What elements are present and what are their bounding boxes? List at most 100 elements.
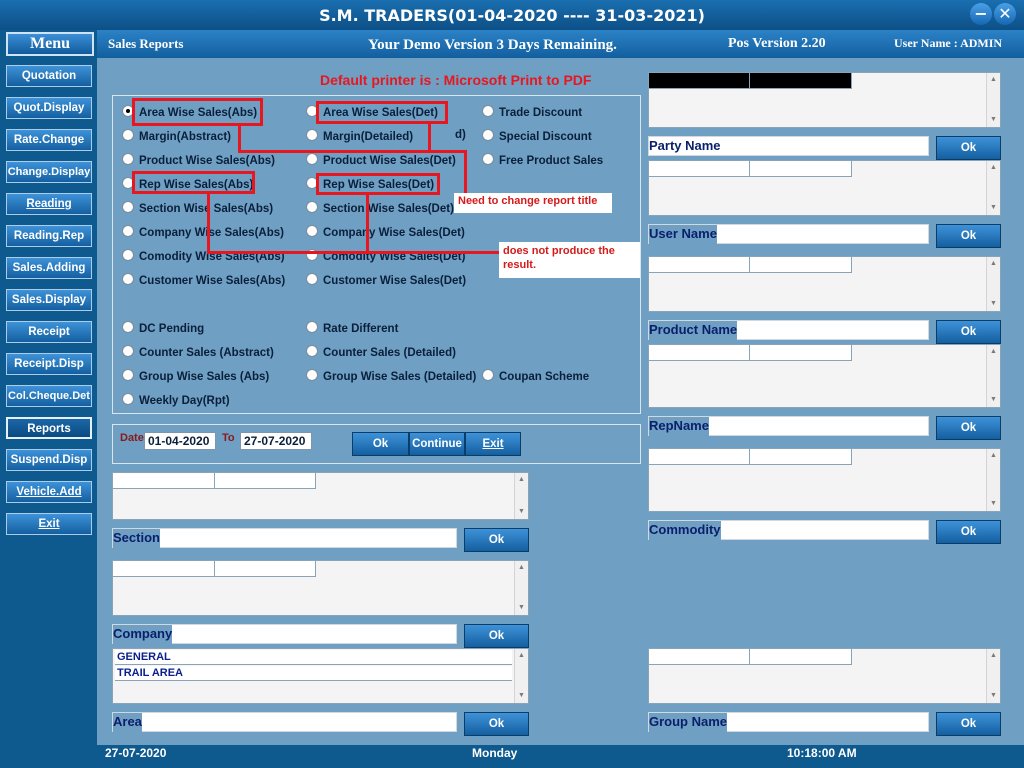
company-list[interactable]: ▲ ▼: [112, 560, 529, 616]
ok-button[interactable]: Ok: [352, 432, 409, 456]
date-to-input[interactable]: 27-07-2020: [240, 432, 312, 450]
area-field[interactable]: Area: [112, 712, 457, 733]
top-right-list[interactable]: ▲ ▼: [648, 72, 1001, 128]
group-list[interactable]: ▲ ▼: [648, 648, 1001, 704]
product-ok-button[interactable]: Ok: [936, 320, 1001, 344]
menu-button[interactable]: Menu: [6, 32, 94, 56]
scroll-up-icon[interactable]: ▲: [515, 563, 528, 573]
scroll-down-icon[interactable]: ▼: [515, 691, 528, 701]
user-ok-button[interactable]: Ok: [936, 224, 1001, 248]
party-list[interactable]: ▲ ▼: [648, 160, 1001, 216]
commodity-ok-button[interactable]: Ok: [936, 520, 1001, 544]
scroll-down-icon[interactable]: ▼: [987, 499, 1000, 509]
scroll-up-icon[interactable]: ▲: [515, 475, 528, 485]
scrollbar[interactable]: ▲ ▼: [986, 449, 1000, 511]
sidebar-item-quotation[interactable]: Quotation: [6, 65, 92, 87]
scroll-down-icon[interactable]: ▼: [515, 507, 528, 517]
sidebar-item-receipt-disp[interactable]: Receipt.Disp: [6, 353, 92, 375]
scrollbar[interactable]: ▲ ▼: [514, 473, 528, 519]
user-list[interactable]: ▲ ▼: [648, 256, 1001, 312]
radio-customer-wise-det[interactable]: Customer Wise Sales(Det): [306, 273, 466, 289]
group-ok-button[interactable]: Ok: [936, 712, 1001, 736]
section-field[interactable]: Section: [112, 528, 457, 549]
scrollbar[interactable]: ▲ ▼: [986, 345, 1000, 407]
scroll-down-icon[interactable]: ▼: [987, 299, 1000, 309]
radio-group-wise-abs[interactable]: Group Wise Sales (Abs): [122, 369, 269, 385]
user-field[interactable]: User Name: [648, 224, 929, 245]
scroll-up-icon[interactable]: ▲: [515, 651, 528, 661]
area-ok-button[interactable]: Ok: [464, 712, 529, 736]
sidebar-item-exit[interactable]: Exit: [6, 513, 92, 535]
area-list[interactable]: GENERAL TRAIL AREA ▲ ▼: [112, 648, 529, 704]
sidebar-item-col-cheque-det[interactable]: Col.Cheque.Det: [6, 385, 92, 407]
sidebar-item-quot-display[interactable]: Quot.Display: [6, 97, 92, 119]
section-list[interactable]: ▲ ▼: [112, 472, 529, 520]
radio-rate-different[interactable]: Rate Different: [306, 321, 398, 337]
scrollbar[interactable]: ▲ ▼: [514, 649, 528, 703]
sidebar-item-rate-change[interactable]: Rate.Change: [6, 129, 92, 151]
radio-company-wise-det[interactable]: Company Wise Sales(Det): [306, 225, 465, 241]
party-ok-button[interactable]: Ok: [936, 136, 1001, 160]
party-field[interactable]: Party Name: [648, 136, 929, 156]
rep-ok-button[interactable]: Ok: [936, 416, 1001, 440]
close-icon[interactable]: ✕: [994, 3, 1016, 25]
radio-product-wise-det[interactable]: Product Wise Sales(Det): [306, 153, 456, 169]
minimize-icon[interactable]: −: [970, 3, 992, 25]
sidebar-item-reports[interactable]: Reports: [6, 417, 92, 439]
radio-margin-detailed[interactable]: Margin(Detailed): [306, 129, 413, 145]
scroll-up-icon[interactable]: ▲: [987, 75, 1000, 85]
sidebar-item-suspend-disp[interactable]: Suspend.Disp: [6, 449, 92, 471]
radio-special-discount[interactable]: Special Discount: [482, 129, 592, 145]
product-field[interactable]: Product Name: [648, 320, 929, 341]
scroll-down-icon[interactable]: ▼: [987, 691, 1000, 701]
radio-group-wise-detailed[interactable]: Group Wise Sales (Detailed): [306, 369, 476, 385]
list-item[interactable]: TRAIL AREA: [115, 666, 512, 681]
company-field[interactable]: Company: [112, 624, 457, 645]
rep-list[interactable]: ▲ ▼: [648, 448, 1001, 512]
scroll-up-icon[interactable]: ▲: [987, 347, 1000, 357]
radio-coupan-scheme[interactable]: Coupan Scheme: [482, 369, 589, 385]
radio-company-wise-abs[interactable]: Company Wise Sales(Abs): [122, 225, 284, 241]
commodity-field[interactable]: Commodity: [648, 520, 929, 541]
sidebar-item-sales-display[interactable]: Sales.Display: [6, 289, 92, 311]
radio-trade-discount[interactable]: Trade Discount: [482, 105, 582, 121]
continue-button[interactable]: Continue: [409, 432, 465, 456]
sidebar-item-vehicle-add[interactable]: Vehicle.Add: [6, 481, 92, 503]
rep-field[interactable]: RepName: [648, 416, 929, 437]
section-ok-button[interactable]: Ok: [464, 528, 529, 552]
radio-section-wise-abs[interactable]: Section Wise Sales(Abs): [122, 201, 273, 217]
scroll-down-icon[interactable]: ▼: [987, 203, 1000, 213]
radio-customer-wise-abs[interactable]: Customer Wise Sales(Abs): [122, 273, 285, 289]
scrollbar[interactable]: ▲ ▼: [986, 257, 1000, 311]
sidebar-item-sales-adding[interactable]: Sales.Adding: [6, 257, 92, 279]
sidebar-item-reading-rep[interactable]: Reading.Rep: [6, 225, 92, 247]
company-ok-button[interactable]: Ok: [464, 624, 529, 648]
scrollbar[interactable]: ▲ ▼: [986, 649, 1000, 703]
radio-section-wise-det[interactable]: Section Wise Sales(Det): [306, 201, 454, 217]
sidebar-item-reading[interactable]: Reading: [6, 193, 92, 215]
radio-counter-sales-abstract[interactable]: Counter Sales (Abstract): [122, 345, 274, 361]
list-item[interactable]: GENERAL: [115, 650, 512, 665]
scrollbar[interactable]: ▲ ▼: [514, 561, 528, 615]
sidebar-item-receipt[interactable]: Receipt: [6, 321, 92, 343]
radio-product-wise-abs[interactable]: Product Wise Sales(Abs): [122, 153, 275, 169]
sidebar-item-change-display[interactable]: Change.Display: [6, 161, 92, 183]
scroll-down-icon[interactable]: ▼: [515, 603, 528, 613]
scrollbar[interactable]: ▲ ▼: [986, 161, 1000, 215]
scroll-down-icon[interactable]: ▼: [987, 115, 1000, 125]
product-list[interactable]: ▲ ▼: [648, 344, 1001, 408]
radio-weekly-day[interactable]: Weekly Day(Rpt): [122, 393, 230, 409]
group-field[interactable]: Group Name: [648, 712, 929, 733]
radio-counter-sales-detailed[interactable]: Counter Sales (Detailed): [306, 345, 456, 361]
scroll-up-icon[interactable]: ▲: [987, 163, 1000, 173]
scroll-up-icon[interactable]: ▲: [987, 451, 1000, 461]
radio-free-product-sales[interactable]: Free Product Sales: [482, 153, 603, 169]
scrollbar[interactable]: ▲ ▼: [986, 73, 1000, 127]
scroll-up-icon[interactable]: ▲: [987, 259, 1000, 269]
scroll-up-icon[interactable]: ▲: [987, 651, 1000, 661]
radio-margin-abstract[interactable]: Margin(Abstract): [122, 129, 231, 145]
exit-button[interactable]: Exit: [465, 432, 521, 456]
date-from-input[interactable]: 01-04-2020: [144, 432, 216, 450]
radio-dc-pending[interactable]: DC Pending: [122, 321, 204, 337]
scroll-down-icon[interactable]: ▼: [987, 395, 1000, 405]
